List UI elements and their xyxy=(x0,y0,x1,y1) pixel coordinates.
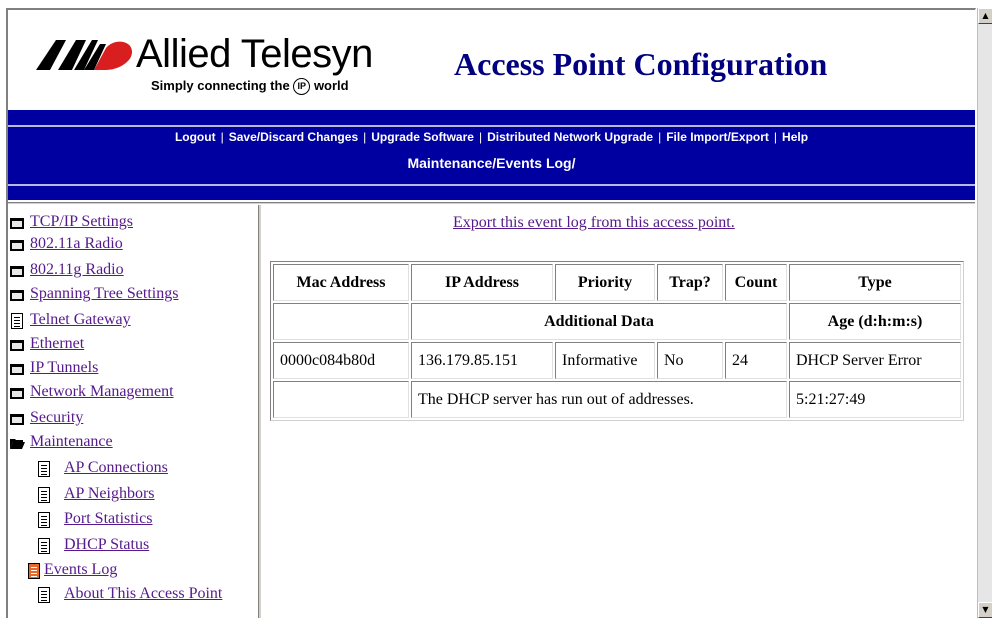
vertical-scrollbar[interactable]: ▲ ▼ xyxy=(977,8,992,618)
main-content: Export this event log from this access p… xyxy=(263,207,975,618)
sidebar-item-label: DHCP Status xyxy=(64,536,150,553)
table-header-row: Mac Address IP Address Priority Trap? Co… xyxy=(273,264,961,301)
nav-file-import-export-link[interactable]: File Import/Export xyxy=(666,130,769,144)
folder-icon xyxy=(10,414,24,425)
export-event-log-link[interactable]: Export this event log from this access p… xyxy=(453,214,735,232)
nav-separator: | xyxy=(658,130,662,144)
table-detail-row: The DHCP server has run out of addresses… xyxy=(273,381,961,418)
folder-icon xyxy=(10,240,24,251)
column-header-mac: Mac Address xyxy=(273,264,409,301)
column-header-ip: IP Address xyxy=(411,264,553,301)
sidebar-item-label: Network Management xyxy=(30,383,174,400)
subheader-additional-data: Additional Data xyxy=(411,303,787,340)
sidebar-item-label: Ethernet xyxy=(30,335,85,352)
folder-icon xyxy=(10,290,24,301)
folder-icon xyxy=(10,364,24,375)
sidebar-item-label: Maintenance xyxy=(30,433,113,450)
cell-additional-data: The DHCP server has run out of addresses… xyxy=(411,381,787,418)
folder-icon xyxy=(10,218,24,229)
folder-open-icon xyxy=(10,439,25,449)
allied-telesyn-logo: Allied Telesyn Simply connecting the IP … xyxy=(36,28,373,98)
column-header-priority: Priority xyxy=(555,264,655,301)
sidebar-item-label: AP Connections xyxy=(64,459,168,476)
page-active-icon xyxy=(28,563,40,579)
column-header-count: Count xyxy=(725,264,787,301)
sidebar-item-label: Events Log xyxy=(44,561,118,578)
nav-upgrade-software-link[interactable]: Upgrade Software xyxy=(371,130,474,144)
column-header-trap: Trap? xyxy=(657,264,723,301)
frame-divider-vertical[interactable] xyxy=(258,205,262,618)
sidebar-item-label: Spanning Tree Settings xyxy=(30,285,179,302)
page-icon xyxy=(11,313,23,329)
page-icon xyxy=(38,538,50,554)
brand-tagline: Simply connecting the IP world xyxy=(151,78,349,96)
cell-age: 5:21:27:49 xyxy=(789,381,961,418)
band-divider-bottom xyxy=(8,184,975,186)
sidebar-item-label: IP Tunnels xyxy=(30,359,99,376)
sidebar-item-label: About This Access Point xyxy=(64,585,223,602)
cell-trap: No xyxy=(657,342,723,379)
section-breadcrumb: Maintenance/Events Log/ xyxy=(407,155,576,171)
sidebar-item-label: Port Statistics xyxy=(64,510,153,527)
scroll-down-arrow-icon[interactable]: ▼ xyxy=(978,602,992,618)
sidebar-item-label: 802.11g Radio xyxy=(30,261,124,278)
ip-circle-icon: IP xyxy=(293,78,311,96)
sidebar: TCP/IP Settings 802.11a Radio 802.11g Ra… xyxy=(8,207,258,618)
table-subheader-row: Additional Data Age (d:h:m:s) xyxy=(273,303,961,340)
nav-separator: | xyxy=(220,130,224,144)
subheader-blank xyxy=(273,303,409,340)
cell-ip: 136.179.85.151 xyxy=(411,342,553,379)
folder-icon xyxy=(10,266,24,277)
tagline-prefix: Simply connecting the xyxy=(151,78,290,93)
cell-mac: 0000c084b80d xyxy=(273,342,409,379)
nav-distributed-upgrade-link[interactable]: Distributed Network Upgrade xyxy=(487,130,653,144)
cell-type: DHCP Server Error xyxy=(789,342,961,379)
nav-separator: | xyxy=(478,130,483,144)
nav-band: Logout | Save/Discard Changes | Upgrade Soft… xyxy=(8,110,975,200)
top-nav: Logout | Save/Discard Changes | Upgrade Soft… xyxy=(8,130,975,144)
page-icon xyxy=(38,512,50,528)
sidebar-item-label: 802.11a Radio xyxy=(30,235,123,252)
page-icon xyxy=(38,461,50,477)
nav-help-link[interactable]: Help xyxy=(782,130,808,144)
folder-icon xyxy=(10,388,24,399)
scroll-up-arrow-icon[interactable]: ▲ xyxy=(978,8,992,24)
cell-blank xyxy=(273,381,409,418)
browser-page: Allied Telesyn Simply connecting the IP … xyxy=(0,0,992,618)
nav-logout-link[interactable]: Logout xyxy=(175,130,216,144)
logo-mark-icon xyxy=(36,40,132,70)
cell-priority: Informative xyxy=(555,342,655,379)
sidebar-item-label: Security xyxy=(30,409,84,426)
brand-name: Allied Telesyn xyxy=(136,32,373,76)
nav-separator: | xyxy=(363,130,367,144)
band-divider-top xyxy=(8,125,975,127)
page-icon xyxy=(38,487,50,503)
folder-icon xyxy=(10,340,24,351)
sidebar-item-label: Telnet Gateway xyxy=(30,311,131,328)
frame-divider-horizontal[interactable] xyxy=(8,202,975,205)
events-log-table: Mac Address IP Address Priority Trap? Co… xyxy=(270,261,964,421)
column-header-type: Type xyxy=(789,264,961,301)
tagline-suffix: world xyxy=(313,78,349,93)
page-title: Access Point Configuration xyxy=(454,46,828,82)
header: Allied Telesyn Simply connecting the IP … xyxy=(8,10,975,110)
nav-separator: | xyxy=(773,130,778,144)
nav-save-discard-link[interactable]: Save/Discard Changes xyxy=(229,130,358,144)
sidebar-item-label: TCP/IP Settings xyxy=(30,213,133,230)
cell-count: 24 xyxy=(725,342,787,379)
subheader-age: Age (d:h:m:s) xyxy=(789,303,961,340)
page-icon xyxy=(38,587,50,603)
table-row: 0000c084b80d 136.179.85.151 Informative … xyxy=(273,342,961,379)
sidebar-item-label: AP Neighbors xyxy=(64,485,155,502)
